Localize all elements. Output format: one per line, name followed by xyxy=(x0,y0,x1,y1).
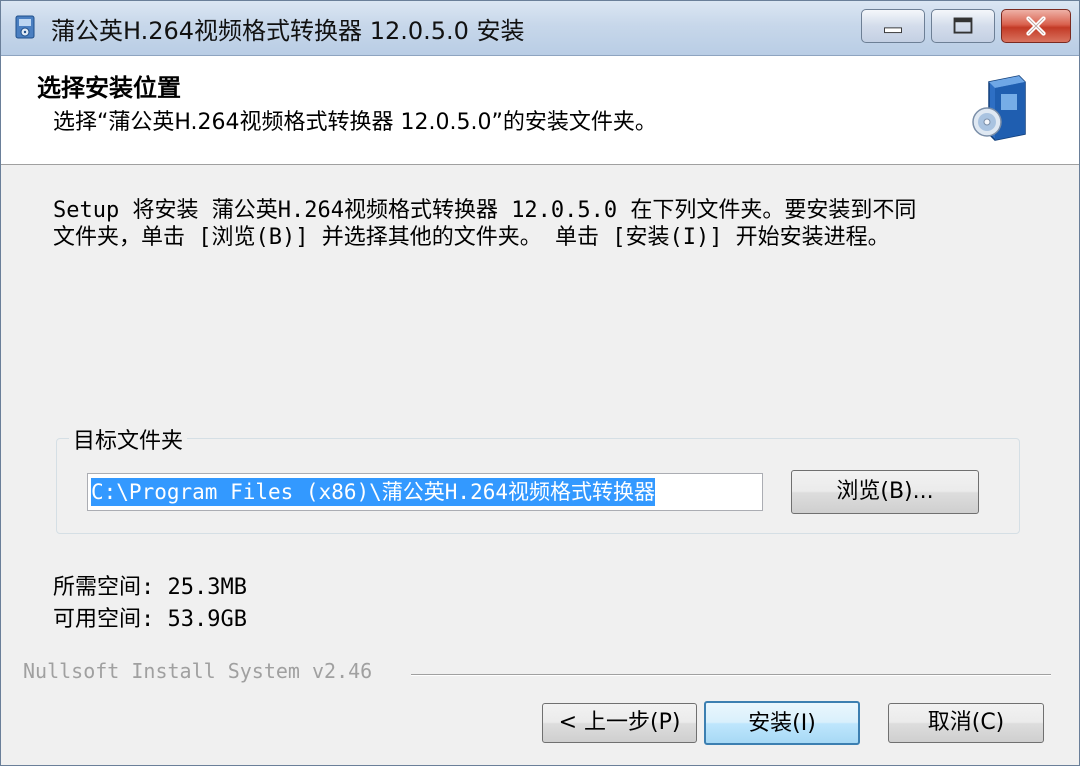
intro-text: Setup 将安装 蒲公英H.264视频格式转换器 12.0.5.0 在下列文件… xyxy=(53,197,1033,251)
footer-divider xyxy=(411,674,1051,676)
destination-path-input[interactable]: C:\Program Files (x86)\蒲公英H.264视频格式转换器 xyxy=(87,473,763,511)
close-button[interactable] xyxy=(1001,9,1071,43)
page-subtitle: 选择“蒲公英H.264视频格式转换器 12.0.5.0”的安装文件夹。 xyxy=(53,110,657,135)
minimize-icon xyxy=(884,27,902,34)
close-icon xyxy=(1026,16,1046,36)
page-title: 选择安装位置 xyxy=(37,74,181,102)
installer-app-icon xyxy=(15,15,35,39)
intro-line-2: 文件夹，单击 [浏览(B)] 并选择其他的文件夹。 单击 [安装(I)] 开始安… xyxy=(53,225,890,250)
browse-button[interactable]: 浏览(B)... xyxy=(791,470,979,514)
intro-line-1: Setup 将安装 蒲公英H.264视频格式转换器 12.0.5.0 在下列文件… xyxy=(53,198,917,223)
title-bar[interactable]: 蒲公英H.264视频格式转换器 12.0.5.0 安装 xyxy=(1,1,1079,56)
minimize-button[interactable] xyxy=(861,9,925,43)
maximize-icon xyxy=(953,17,973,34)
install-button[interactable]: 安装(I) xyxy=(704,701,860,745)
destination-path-value: C:\Program Files (x86)\蒲公英H.264视频格式转换器 xyxy=(91,478,656,506)
installer-window: 蒲公英H.264视频格式转换器 12.0.5.0 安装 选择安装位置 选择“蒲公… xyxy=(0,0,1080,766)
maximize-button[interactable] xyxy=(931,9,995,43)
software-box-icon xyxy=(972,75,1026,141)
destination-group-label: 目标文件夹 xyxy=(69,423,188,455)
window-title: 蒲公英H.264视频格式转换器 12.0.5.0 安装 xyxy=(51,17,525,45)
space-required: 所需空间: 25.3MB xyxy=(53,575,247,600)
back-button[interactable]: < 上一步(P) xyxy=(542,703,697,743)
page-header: 选择安装位置 选择“蒲公英H.264视频格式转换器 12.0.5.0”的安装文件… xyxy=(1,56,1079,165)
nsis-branding: Nullsoft Install System v2.46 xyxy=(23,659,379,683)
space-available: 可用空间: 53.9GB xyxy=(53,607,247,632)
cancel-button[interactable]: 取消(C) xyxy=(888,703,1044,743)
